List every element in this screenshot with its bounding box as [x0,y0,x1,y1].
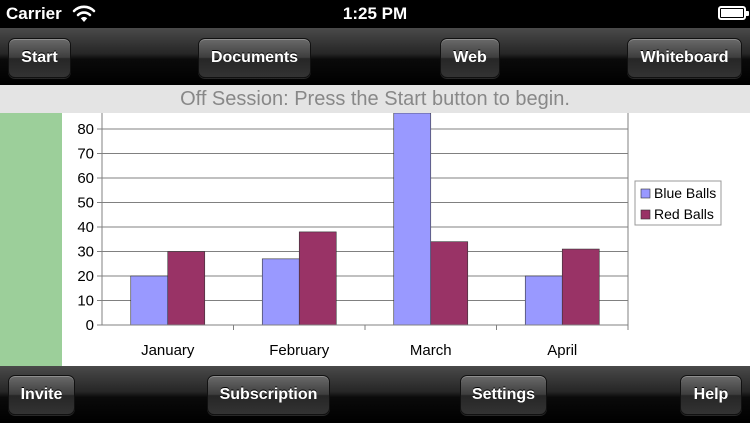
y-tick-label: 10 [77,293,94,310]
clock: 1:25 PM [342,4,408,23]
bar-blue-balls [393,113,432,326]
y-tick-label: 70 [77,146,94,163]
x-tick-label: April [547,342,577,359]
y-tick-label: 60 [77,170,94,187]
bottom-toolbar: Invite Subscription Settings Help [0,366,750,423]
legend-label: Red Balls [654,206,714,222]
top-toolbar: Start Documents Web Whiteboard [0,28,750,85]
bar-red-balls [430,241,469,326]
bar-blue-balls [130,275,169,326]
y-tick-label: 80 [77,121,94,138]
start-button[interactable]: Start [8,38,71,78]
y-tick-label: 40 [77,219,94,236]
y-tick-label: 50 [77,195,94,212]
bar-red-balls [167,251,206,326]
x-tick-label: January [141,342,195,359]
x-tick-label: February [269,342,330,359]
whiteboard-button[interactable]: Whiteboard [627,38,742,78]
bar-red-balls [561,248,600,326]
web-button[interactable]: Web [440,38,500,78]
bar-blue-balls [524,275,563,326]
status-bar: Carrier 1:25 PM [0,0,750,28]
bar-chart: 0 10 20 30 40 50 60 70 80 January February March Apr… [77,113,722,359]
y-tick-label: 0 [86,317,94,334]
content-area: 0 10 20 30 40 50 60 70 80 January February March Apr… [0,113,750,366]
subscription-button[interactable]: Subscription [207,375,330,415]
side-panel [0,113,62,366]
battery-icon [718,6,749,20]
bar-blue-balls [261,258,300,326]
settings-button[interactable]: Settings [460,375,547,415]
help-button[interactable]: Help [680,375,742,415]
x-tick-label: March [410,342,452,359]
y-tick-label: 30 [77,244,94,261]
y-tick-label: 20 [77,268,94,285]
documents-button[interactable]: Documents [198,38,311,78]
bar-red-balls [298,231,337,326]
legend-swatch [640,209,651,220]
session-banner: Off Session: Press the Start button to b… [0,85,750,113]
legend-label: Blue Balls [654,185,716,201]
invite-button[interactable]: Invite [8,375,75,415]
legend-swatch [640,188,651,199]
